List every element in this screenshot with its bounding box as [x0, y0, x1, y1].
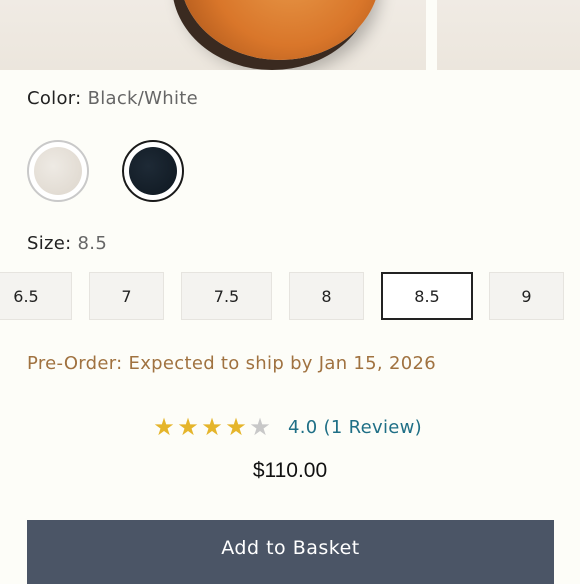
rating-summary[interactable]: ★ ★ ★ ★ ★ 4.0 (1 Review) — [152, 412, 422, 442]
size-option-7[interactable]: 7 — [89, 272, 164, 320]
size-option-9[interactable]: 9 — [489, 272, 564, 320]
size-option-6-5[interactable]: 6.5 — [0, 272, 72, 320]
slipper-image — [180, 0, 380, 60]
star-icon: ★ — [201, 413, 223, 441]
reviews-link[interactable]: 4.0 (1 Review) — [288, 417, 422, 438]
color-label: Color: — [27, 88, 82, 109]
swatch-fill — [129, 147, 177, 195]
star-icon: ★ — [153, 413, 175, 441]
swatch-fill — [34, 147, 82, 195]
color-swatch-dark-selected[interactable] — [122, 140, 184, 202]
product-price: $110.00 — [252, 459, 328, 482]
size-label: Size: — [27, 233, 72, 254]
product-photo-next[interactable] — [437, 0, 580, 70]
product-photo-main[interactable] — [0, 0, 426, 70]
size-selection-label: Size: 8.5 — [27, 233, 107, 254]
product-image-gallery[interactable] — [0, 0, 580, 70]
color-selection-label: Color: Black/White — [27, 88, 198, 109]
size-option-7-5[interactable]: 7.5 — [181, 272, 272, 320]
star-icon: ★ — [177, 413, 199, 441]
star-empty-icon: ★ — [249, 413, 271, 441]
size-value: 8.5 — [77, 233, 108, 254]
star-icon: ★ — [225, 413, 247, 441]
preorder-notice: Pre-Order: Expected to ship by Jan 15, 2… — [27, 353, 436, 374]
size-option-8[interactable]: 8 — [289, 272, 364, 320]
color-swatch-light[interactable] — [27, 140, 89, 202]
size-option-8-5-selected[interactable]: 8.5 — [381, 272, 473, 320]
color-value: Black/White — [87, 88, 198, 109]
add-to-basket-button[interactable]: Add to Basket — [27, 520, 554, 584]
